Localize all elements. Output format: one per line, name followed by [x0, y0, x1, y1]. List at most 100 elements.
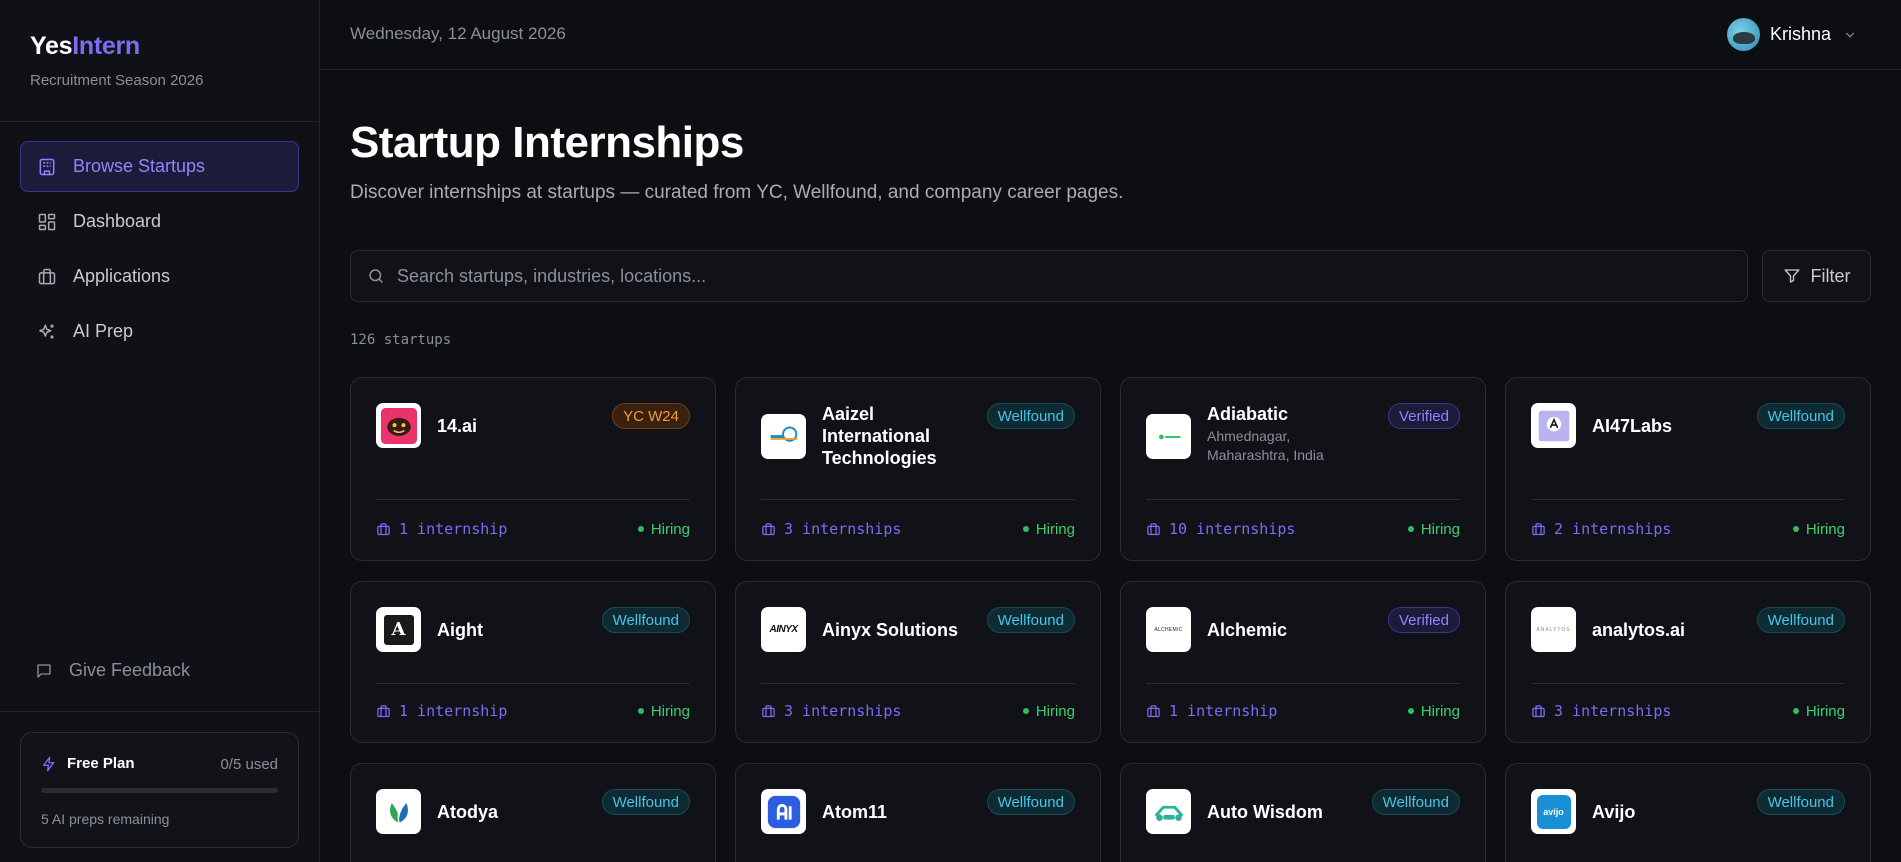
internship-count[interactable]: 10 internships	[1146, 520, 1295, 538]
hiring-status-text: Hiring	[650, 520, 690, 538]
card-divider	[376, 499, 690, 500]
internship-count[interactable]: 3 internships	[761, 702, 901, 720]
source-badge: Verified	[1387, 607, 1460, 633]
sidebar-item-dashboard[interactable]: Dashboard	[20, 196, 299, 247]
card-footer: 1 internship Hiring	[376, 702, 690, 720]
hiring-status: Hiring	[1407, 703, 1460, 720]
startup-name: Adiabatic Ahmednagar, Maharashtra, India	[1207, 403, 1367, 465]
internship-count[interactable]: 2 internships	[1531, 520, 1671, 538]
source-badge: Wellfound	[986, 403, 1075, 429]
briefcase-icon	[762, 522, 775, 535]
startup-name: 14.ai	[437, 416, 478, 436]
source-badge: Verified	[1387, 403, 1460, 429]
internship-count-text: 10 internships	[1169, 520, 1296, 538]
alchemic-logo-text: ALCHEMIC	[1154, 626, 1183, 633]
filter-icon	[1784, 269, 1799, 283]
internship-count-text: 3 internships	[784, 520, 902, 538]
sidebar-item-ai-prep[interactable]: AI Prep	[20, 306, 299, 357]
status-dot	[1407, 708, 1414, 714]
adiabatic-logo	[1146, 414, 1191, 459]
plan-usage-bar	[41, 788, 278, 793]
startup-card[interactable]: Atom11 Wellfound	[735, 763, 1101, 862]
main-content: Startup Internships Discover internships…	[320, 70, 1901, 862]
sidebar-item-label: Applications	[73, 266, 171, 286]
sidebar: YesIntern Recruitment Season 2026 Browse…	[0, 0, 320, 862]
internship-count-text: 2 internships	[1554, 520, 1672, 538]
aight-logo: A	[376, 607, 421, 652]
internship-count[interactable]: 3 internships	[761, 520, 901, 538]
startup-card[interactable]: ANALYTOS analytos.ai Wellfound 3 interns…	[1505, 581, 1871, 743]
atom11-logo	[761, 789, 806, 834]
hiring-status: Hiring	[1792, 520, 1845, 538]
card-footer: 1 internship Hiring	[1146, 702, 1460, 720]
briefcase-icon	[1532, 704, 1545, 717]
user-menu[interactable]: Krishna	[1726, 18, 1857, 51]
briefcase-icon	[1147, 704, 1160, 717]
hiring-status-text: Hiring	[1035, 520, 1075, 538]
14ai-logo	[376, 403, 421, 448]
startup-card[interactable]: AI47Labs Wellfound 2 internships Hiring	[1505, 377, 1871, 561]
sidebar-item-browse-startups[interactable]: Browse Startups	[20, 141, 299, 192]
hiring-status-text: Hiring	[1420, 520, 1460, 538]
autowisdom-logo	[1146, 789, 1191, 834]
brand-logo[interactable]: YesIntern	[30, 32, 140, 61]
hiring-status: Hiring	[1792, 703, 1845, 720]
avijo-logo-text: avijo	[1536, 794, 1571, 829]
card-divider	[1531, 499, 1845, 500]
startup-card[interactable]: ALCHEMIC Alchemic Verified 1 internship …	[1120, 581, 1486, 743]
card-footer: 3 internships Hiring	[1531, 702, 1845, 720]
status-dot	[1022, 526, 1029, 532]
plan-usage-count: 0/5 used	[220, 756, 278, 773]
startup-location: Ahmednagar, Maharashtra, India	[1207, 428, 1324, 463]
internship-count-text: 3 internships	[1554, 702, 1672, 720]
chevron-down-icon	[1845, 32, 1855, 38]
status-dot	[1407, 526, 1414, 532]
startup-card[interactable]: Auto Wisdom Wellfound	[1120, 763, 1486, 862]
sidebar-divider	[0, 121, 320, 122]
card-footer: 10 internships Hiring	[1146, 520, 1460, 538]
briefcase-icon	[36, 266, 58, 288]
internship-count-text: 1 internship	[399, 702, 508, 720]
give-feedback-button[interactable]: Give Feedback	[35, 660, 190, 681]
internship-count-text: 1 internship	[1169, 702, 1278, 720]
search-bar[interactable]	[350, 250, 1748, 302]
card-footer: 3 internships Hiring	[761, 520, 1075, 538]
sidebar-item-applications[interactable]: Applications	[20, 251, 299, 302]
hiring-status-text: Hiring	[1805, 520, 1845, 538]
startup-card[interactable]: avijo Avijo Wellfound	[1505, 763, 1871, 862]
sparkles-icon	[36, 321, 58, 343]
search-input[interactable]	[397, 265, 1747, 287]
lightning-icon	[43, 756, 55, 771]
filter-button[interactable]: Filter	[1762, 250, 1871, 302]
search-icon	[369, 269, 383, 283]
internship-count[interactable]: 1 internship	[1146, 702, 1277, 720]
internship-count[interactable]: 1 internship	[376, 702, 507, 720]
plan-title-text: Free Plan	[67, 755, 135, 772]
ai47labs-logo	[1531, 403, 1576, 448]
current-date: Wednesday, 12 August 2026	[350, 24, 566, 43]
avijo-logo: avijo	[1531, 789, 1576, 834]
startup-card[interactable]: Adiabatic Ahmednagar, Maharashtra, India…	[1120, 377, 1486, 561]
card-divider	[1146, 683, 1460, 684]
card-divider	[761, 683, 1075, 684]
startup-card[interactable]: 14.ai YC W24 1 internship Hiring	[350, 377, 716, 561]
message-icon	[37, 663, 51, 678]
status-dot	[637, 708, 644, 714]
analytos-logo: ANALYTOS	[1531, 607, 1576, 652]
card-footer: 2 internships Hiring	[1531, 520, 1845, 538]
startup-card[interactable]: A Aight Wellfound 1 internship Hiring	[350, 581, 716, 743]
internship-count[interactable]: 3 internships	[1531, 702, 1671, 720]
source-badge: Wellfound	[601, 789, 690, 815]
source-badge: Wellfound	[1756, 403, 1845, 429]
hiring-status-text: Hiring	[1035, 702, 1075, 720]
briefcase-icon	[1147, 522, 1160, 535]
status-dot	[1792, 526, 1799, 532]
startup-name: Avijo	[1592, 802, 1636, 822]
startup-name: Ainyx Solutions	[822, 620, 959, 640]
startup-card[interactable]: Aaizel International Technologies Wellfo…	[735, 377, 1101, 561]
startup-card[interactable]: Atodya Wellfound	[350, 763, 716, 862]
internship-count[interactable]: 1 internship	[376, 520, 507, 538]
startup-card[interactable]: AINYX Ainyx Solutions Wellfound 3 intern…	[735, 581, 1101, 743]
startup-count: 126 startups	[350, 332, 452, 348]
sidebar-divider	[0, 711, 320, 712]
